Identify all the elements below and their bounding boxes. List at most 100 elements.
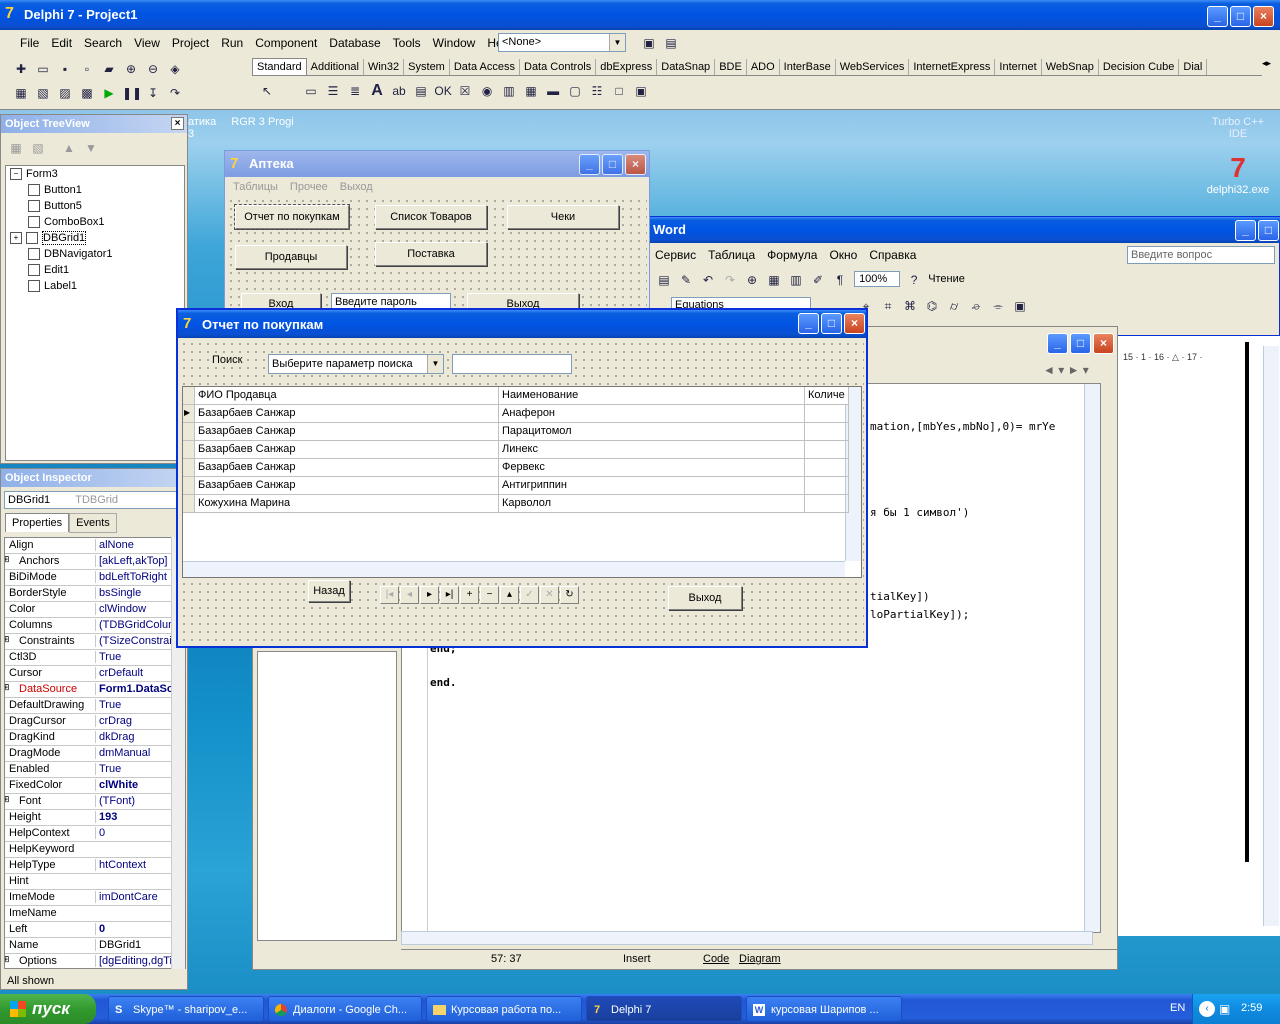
plus-icon[interactable]: + [10,232,22,245]
ide-minimize-button[interactable]: _ [1207,6,1228,27]
tree-item[interactable]: Button1 [28,184,82,197]
frame-icon[interactable]: ▭ [301,81,321,101]
nav-post-icon[interactable]: ✓ [520,586,539,604]
inspector-row[interactable]: DragMode dmManual [5,746,173,762]
checks-button[interactable]: Чеки [507,205,619,229]
nav-insert-icon[interactable]: + [460,586,479,604]
tree-item[interactable]: DBNavigator1 [28,248,112,261]
inspector-object-combo[interactable]: DBGrid1 TDBGrid [4,491,184,509]
palette-tab[interactable]: InternetExpress [909,59,996,75]
nav-prior-icon[interactable]: ◂ [400,586,419,604]
format-painter-icon[interactable]: ✎ [676,270,696,290]
apteka-menu-item[interactable]: Таблицы [227,181,284,193]
inspector-prop-value[interactable]: 193 [95,811,173,823]
chevron-down-icon[interactable]: ▼ [427,355,443,373]
inspector-row[interactable]: ⊞ Options [dgEditing,dgTit [5,954,173,968]
grid-row-indicator[interactable]: ▶ [183,405,195,423]
hyperlink-icon[interactable]: ⊕ [742,270,762,290]
columns-icon[interactable]: ▥ [786,270,806,290]
inspector-row[interactable]: ⊞ DataSource Form1.DataSo [5,682,173,698]
tab-events[interactable]: Events [69,513,117,533]
desktop-set-icon[interactable]: ▤ [661,33,681,53]
editor-hscrollbar[interactable] [401,931,1093,945]
inspector-row[interactable]: HelpContext 0 [5,826,173,842]
desktop-icon-turbo[interactable]: Turbo C++ IDE [1200,116,1276,140]
shape-icon[interactable]: ▣ [1010,296,1030,316]
desktop-combo[interactable]: <None> ▼ [498,33,626,52]
grid-cell[interactable]: Анаферон [499,405,805,423]
grid-cell[interactable]: Антигриппин [499,477,805,495]
taskbar-item-chrome[interactable]: Диалоги - Google Ch... [268,996,422,1022]
shape-icon[interactable]: ⌮ [966,296,986,316]
scrollbar-icon[interactable]: ▬ [543,81,563,101]
redo-icon[interactable]: ↷ [720,270,740,290]
tree-item[interactable]: ComboBox1 [28,216,105,229]
inspector-prop-value[interactable]: Form1.DataSo [95,683,173,695]
close-icon[interactable]: × [171,117,184,130]
tree-item[interactable]: Label1 [28,280,77,293]
tree-item[interactable]: Edit1 [28,264,69,277]
palette-tab[interactable]: BDE [715,59,747,75]
plus-icon[interactable]: ⊞ [5,954,10,965]
inspector-prop-value[interactable]: [dgEditing,dgTit [95,955,173,967]
word-maximize-button[interactable]: □ [1258,220,1279,241]
apteka-maximize-button[interactable]: □ [602,154,623,175]
palette-tab[interactable]: InterBase [780,59,836,75]
grid-cell[interactable]: Линекс [499,441,805,459]
grid-cell[interactable]: Базарбаев Санжар [195,459,499,477]
apteka-minimize-button[interactable]: _ [579,154,600,175]
palette-tab[interactable]: Data Controls [520,59,597,75]
inspector-row[interactable]: Align alNone [5,538,173,554]
tab-properties[interactable]: Properties [5,513,70,532]
menu-file[interactable]: File [14,36,45,50]
report-maximize-button[interactable]: □ [821,313,842,334]
help-icon[interactable]: ◈ [165,59,185,79]
editor-vscrollbar[interactable] [1084,384,1100,932]
grid-cell[interactable] [805,405,849,423]
inspector-row[interactable]: ⊞ Anchors [akLeft,akTop] [5,554,173,570]
taskbar-item-skype[interactable]: S Skype™ - sharipov_e... [108,996,264,1022]
palette-tab[interactable]: Additional [307,59,364,75]
report-dbgrid[interactable]: ФИО Продавца Наименование Количе ▶ Базарбаев… [182,386,862,578]
shape-icon[interactable]: ⌭ [944,296,964,316]
inspector-row[interactable]: ImeMode imDontCare [5,890,173,906]
sellers-button[interactable]: Продавцы [235,245,347,269]
taskbar-lang[interactable]: EN [1170,1002,1185,1014]
desktop-icon-delphi[interactable]: 7 delphi32.exe [1200,152,1276,196]
word-menu-item[interactable]: Таблица [702,248,761,262]
inspector-row[interactable]: Enabled True [5,762,173,778]
new-item-icon[interactable]: ▦ [6,138,26,158]
menu-edit[interactable]: Edit [45,36,78,50]
menu-database[interactable]: Database [323,36,386,50]
inspector-row[interactable]: Hint [5,874,173,890]
paste-icon[interactable]: ▤ [654,270,674,290]
plus-icon[interactable]: ⊞ [5,634,10,645]
tab-diagram[interactable]: Diagram [739,953,781,965]
ide-close-button[interactable]: × [1253,6,1274,27]
nav-refresh-icon[interactable]: ↻ [560,586,579,604]
apteka-close-button[interactable]: × [625,154,646,175]
grid-cell[interactable] [805,423,849,441]
back-button[interactable]: Назад [308,580,350,602]
editor-minimize-button[interactable]: _ [1047,333,1068,354]
taskbar-item-folder[interactable]: Курсовая работа по... [426,996,582,1022]
inspector-row[interactable]: DefaultDrawing True [5,698,173,714]
editor-maximize-button[interactable]: □ [1070,333,1091,354]
palette-tab-standard[interactable]: Standard [252,58,307,75]
word-menu-item[interactable]: Справка [863,248,922,262]
shape-icon[interactable]: ⌯ [988,296,1008,316]
menu-component[interactable]: Component [249,36,323,50]
grid-cell[interactable]: Базарбаев Санжар [195,405,499,423]
report-minimize-button[interactable]: _ [798,313,819,334]
grid-column-header[interactable]: ФИО Продавца [195,387,499,405]
pause-icon[interactable]: ❚❚ [121,83,142,103]
grid-cell[interactable]: Базарбаев Санжар [195,441,499,459]
grid-cell[interactable]: Парацитомол [499,423,805,441]
tab-code[interactable]: Code [703,953,729,965]
help-icon[interactable]: ? [904,270,924,290]
word-minimize-button[interactable]: _ [1235,220,1256,241]
nav-edit-icon[interactable]: ▴ [500,586,519,604]
inspector-prop-value[interactable]: 0 [95,923,173,935]
label-icon[interactable]: A [367,81,387,101]
plus-icon[interactable]: ⊞ [5,682,10,693]
